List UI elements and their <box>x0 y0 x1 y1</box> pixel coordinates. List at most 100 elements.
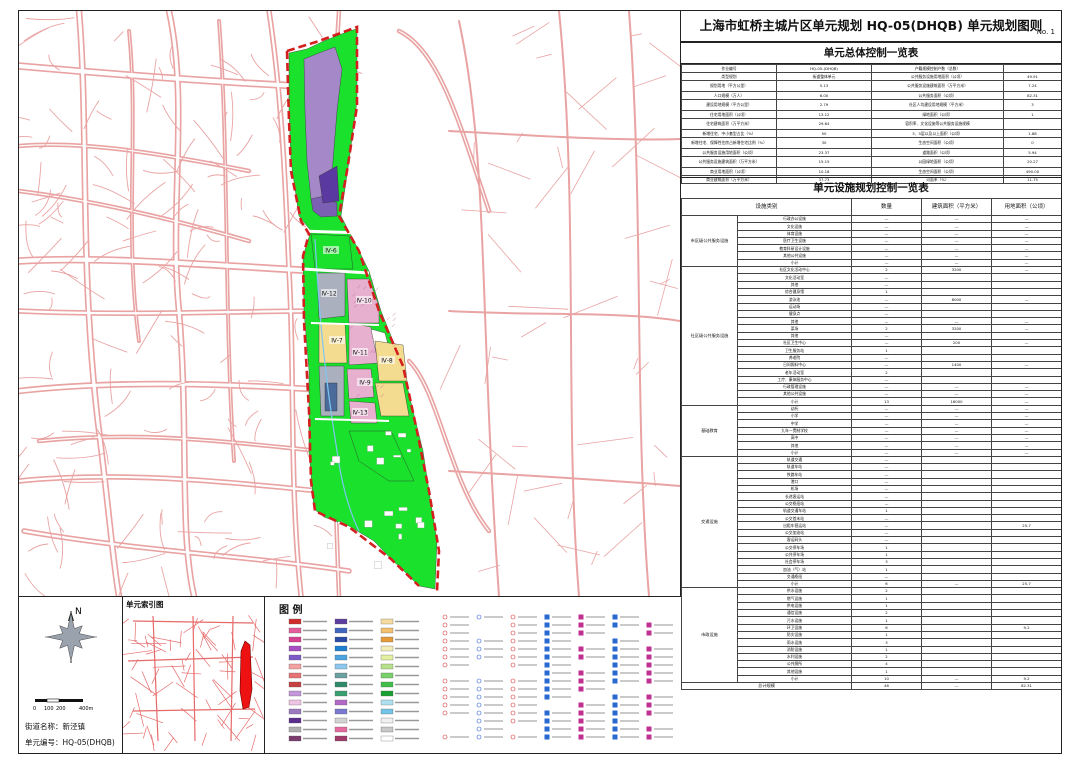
legend-symbol-icon <box>544 710 550 716</box>
facility-row: 小计 10—9.2 <box>682 674 1061 684</box>
control-item-label: 容积率、文化设施等公共服务设施规模 <box>871 118 1004 130</box>
facility-count: — <box>851 382 923 392</box>
facility-name: 高中 <box>736 433 853 443</box>
facility-land-area <box>991 667 1061 676</box>
legend-symbol-icon <box>442 702 448 708</box>
legend-symbol-icon <box>544 630 550 636</box>
facility-row: 游泳池 —8000— <box>682 295 1061 304</box>
legend-symbol-icon <box>646 694 652 700</box>
facility-row: 市区级公共服务设施 行政办公设施 — — — <box>681 214 1061 268</box>
facility-name: 游泳池 <box>736 295 853 304</box>
facility-name: 其他 <box>736 441 853 450</box>
control-item-label: 生态空间面积（公顷） <box>871 137 1004 149</box>
control-item-label: 公共服务面积（公顷） <box>871 91 1004 100</box>
facility-category: 总计规模 <box>680 681 853 691</box>
facility-name: 防灾设施 <box>736 630 853 640</box>
facility-category: 市区级公共服务设施 <box>681 214 738 268</box>
parcel-label: Ⅳ-6 <box>325 248 337 255</box>
facility-floor-area: — <box>921 317 993 326</box>
facility-floor-area <box>921 660 993 669</box>
facility-row: 其他公共设施 — — — <box>682 251 1061 260</box>
legend-swatch <box>334 717 348 724</box>
parcel-label: Ⅳ-7 <box>331 338 343 345</box>
north-label: N <box>75 607 82 617</box>
land-use-map[interactable]: Ⅳ-6 Ⅳ-7 Ⅳ-8 Ⅳ-9 Ⅳ-10 Ⅳ-11 Ⅳ-12 Ⅳ-13 <box>19 11 681 597</box>
facility-row: 市政设施 供水设施 2 <box>681 587 1061 683</box>
facility-name: 水利设施 <box>736 652 853 662</box>
facility-name: 卫生服务站 <box>736 346 853 355</box>
facility-floor-area: — <box>921 411 993 421</box>
legend-symbol-icon <box>646 662 652 668</box>
facility-name: 燃气设施 <box>736 594 853 603</box>
facility-count: — <box>851 455 923 465</box>
facility-row: 通信设施 2 <box>682 609 1061 618</box>
control-item-value: 13.12 <box>776 110 872 119</box>
facility-row: 日间照料中心 —1400— <box>682 360 1061 370</box>
facility-name: 日间照料中心 <box>736 360 853 370</box>
facility-count: — <box>851 419 923 428</box>
facility-floor-area: — <box>921 404 993 414</box>
facility-land-area <box>991 550 1061 559</box>
facility-floor-area <box>921 470 993 479</box>
facility-floor-area <box>921 565 993 574</box>
index-map-title: 单元索引图 <box>126 600 164 609</box>
facility-count: — <box>851 353 923 362</box>
index-map-panel: 单元索引图 <box>123 597 265 753</box>
facility-name: 小计 <box>736 258 853 268</box>
facility-land-area: — <box>991 324 1061 333</box>
legend-symbol-icon <box>476 702 482 708</box>
control-item-label: 公共服务设施用地面积（公顷） <box>871 72 1004 81</box>
legend-swatch <box>334 627 348 634</box>
facility-row: 卫生服务站 1 <box>682 346 1061 355</box>
facility-row: 公交首末站 — <box>682 514 1061 523</box>
facility-row: 其他 — <box>682 331 1061 341</box>
legend-swatch <box>288 627 302 634</box>
facility-name: 加油（气）站 <box>736 565 853 574</box>
legend-symbol-icon <box>612 734 618 740</box>
legend-symbol-icon <box>612 718 618 724</box>
bottom-panel: N 0 100 200 400m 街道名称：新泾镇 单元编号：HQ-05(DHQ… <box>19 597 680 753</box>
legend-symbol-icon <box>578 614 584 620</box>
parcel-label: Ⅳ-8 <box>381 358 393 365</box>
legend-swatch <box>334 672 348 679</box>
facility-row: 工疗、康体服务中心 — <box>682 375 1061 384</box>
facility-name: 公共厕所 <box>736 660 853 669</box>
legend-symbol-icon <box>442 646 448 652</box>
facility-land-area <box>991 353 1061 362</box>
facility-floor-area: 200 <box>921 339 993 348</box>
facility-row: 其他公共设施 — — — <box>682 390 1061 399</box>
facility-name: 污水设施 <box>736 616 853 625</box>
facility-floor-area <box>921 302 993 311</box>
control-row: 建设用地规模（平方公里） 2.79 社区人均建设用地规模（平方米） 3 <box>681 99 1061 111</box>
control-row: 住宅建筑面积（万平方米） 29.64 容积率、文化设施等公共服务设施规模 <box>681 118 1061 130</box>
control-item-value: 23.37 <box>776 148 872 157</box>
legend-symbol-icon <box>510 710 516 716</box>
control-item-value: 49.91 <box>1003 72 1061 81</box>
facility-floor-area <box>921 652 993 662</box>
legend-swatch <box>380 618 394 625</box>
facility-count: — <box>851 441 923 450</box>
facility-count: — <box>851 295 923 304</box>
facility-category: 交通设施 <box>681 455 738 589</box>
legend-symbol-icon <box>510 614 516 620</box>
legend-swatch <box>334 645 348 652</box>
legend-swatch <box>380 663 394 670</box>
facility-category: 社区级公共服务设施 <box>681 266 738 406</box>
facility-land-area <box>991 528 1061 538</box>
facility-floor-area: 3200 <box>921 324 993 333</box>
facility-name: 社会停车场 <box>736 557 853 567</box>
control-row: 新增住宅、中小套型占比（%） 50 3、5层以及以上面积（公顷） 1.88 <box>681 129 1061 138</box>
control-item-label: 生态空间面积（公顷） <box>871 167 1004 176</box>
facility-land-area: — <box>991 411 1061 421</box>
facility-land-area <box>991 484 1061 494</box>
facility-count: — <box>851 448 923 457</box>
facility-row: 加油（气）站 1 <box>682 565 1061 574</box>
facility-count: — <box>851 375 923 384</box>
facility-row: 文化设施 — — — <box>682 222 1061 231</box>
facility-row: 综合健身馆 1 <box>682 287 1061 297</box>
blue-block <box>324 382 338 412</box>
facility-row: 交通设施 轨道交通 — <box>681 455 1061 589</box>
legend-symbol-icon <box>510 702 516 708</box>
facility-land-area: — <box>991 448 1061 457</box>
legend-symbol-icon <box>510 646 516 652</box>
